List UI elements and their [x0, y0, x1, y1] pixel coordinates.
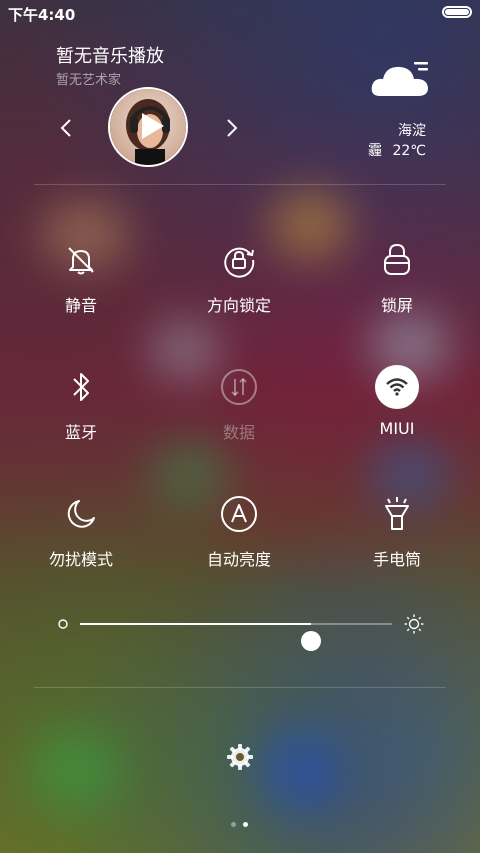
album-art [110, 89, 186, 165]
wifi-active-indicator [375, 365, 419, 409]
brightness-track-fill [80, 623, 311, 625]
toggle-label: 锁屏 [380, 296, 413, 315]
weather-location: 海淀 [398, 123, 426, 139]
toggle-label: 数据 [222, 423, 255, 442]
weather-condition: 霾 [368, 143, 382, 159]
battery-icon [442, 6, 472, 18]
gear-icon[interactable] [226, 743, 254, 771]
music-artist: 暂无艺术家 [56, 73, 122, 88]
status-bar: 下午4:40 [0, 0, 480, 28]
brightness-low-icon [58, 619, 68, 629]
wallpaper-blur [30, 730, 120, 810]
cloud-haze-icon [371, 62, 428, 96]
moon-icon [67, 500, 95, 528]
brightness-thumb[interactable] [300, 631, 321, 651]
rotation-lock-icon [224, 247, 255, 278]
page-indicator [231, 812, 255, 831]
toggle-bluetooth[interactable]: 蓝牙 [11, 365, 151, 443]
toggle-label: 自动亮度 [206, 550, 271, 569]
page-dot [231, 822, 236, 827]
toggle-flashlight[interactable]: 手电筒 [327, 492, 467, 570]
toggle-label: MIUI [379, 419, 415, 438]
toggle-mobile-data[interactable]: 数据 [169, 365, 309, 443]
toggle-auto-brightness[interactable]: 自动亮度 [169, 492, 309, 570]
next-track-icon[interactable] [224, 116, 240, 140]
wifi-icon [386, 378, 408, 396]
toggle-wifi[interactable]: MIUI [327, 365, 467, 438]
status-time: 下午4:40 [8, 6, 76, 24]
auto-brightness-icon [221, 496, 257, 532]
toggle-rotation-lock[interactable]: 方向锁定 [169, 238, 309, 316]
bell-muted-icon [68, 247, 94, 275]
toggle-label: 方向锁定 [206, 296, 271, 315]
weather-summary: 霾 22℃ [368, 140, 426, 160]
divider [34, 184, 446, 185]
toggle-label: 静音 [64, 296, 97, 315]
brightness-slider[interactable] [56, 606, 426, 651]
brightness-track[interactable] [80, 623, 392, 651]
toggle-label: 勿扰模式 [48, 550, 113, 569]
weather-temperature: 22℃ [392, 143, 426, 159]
toggle-label: 手电筒 [372, 550, 421, 569]
lock-icon [384, 243, 410, 275]
toggle-lock-screen[interactable]: 锁屏 [327, 238, 467, 316]
wallpaper-blur [260, 730, 340, 810]
mobile-data-icon [221, 369, 257, 405]
page-dot-active [243, 822, 248, 827]
toggle-do-not-disturb[interactable]: 勿扰模式 [11, 492, 151, 570]
album-art-play-button[interactable] [108, 87, 188, 167]
bluetooth-icon [73, 373, 89, 401]
divider [34, 687, 446, 688]
music-title: 暂无音乐播放 [56, 46, 164, 67]
previous-track-icon[interactable] [58, 116, 74, 140]
brightness-high-icon [404, 614, 424, 634]
toggle-label: 蓝牙 [64, 423, 97, 442]
flashlight-icon [385, 497, 409, 530]
toggle-mute[interactable]: 静音 [11, 238, 151, 316]
battery-level [445, 9, 469, 15]
